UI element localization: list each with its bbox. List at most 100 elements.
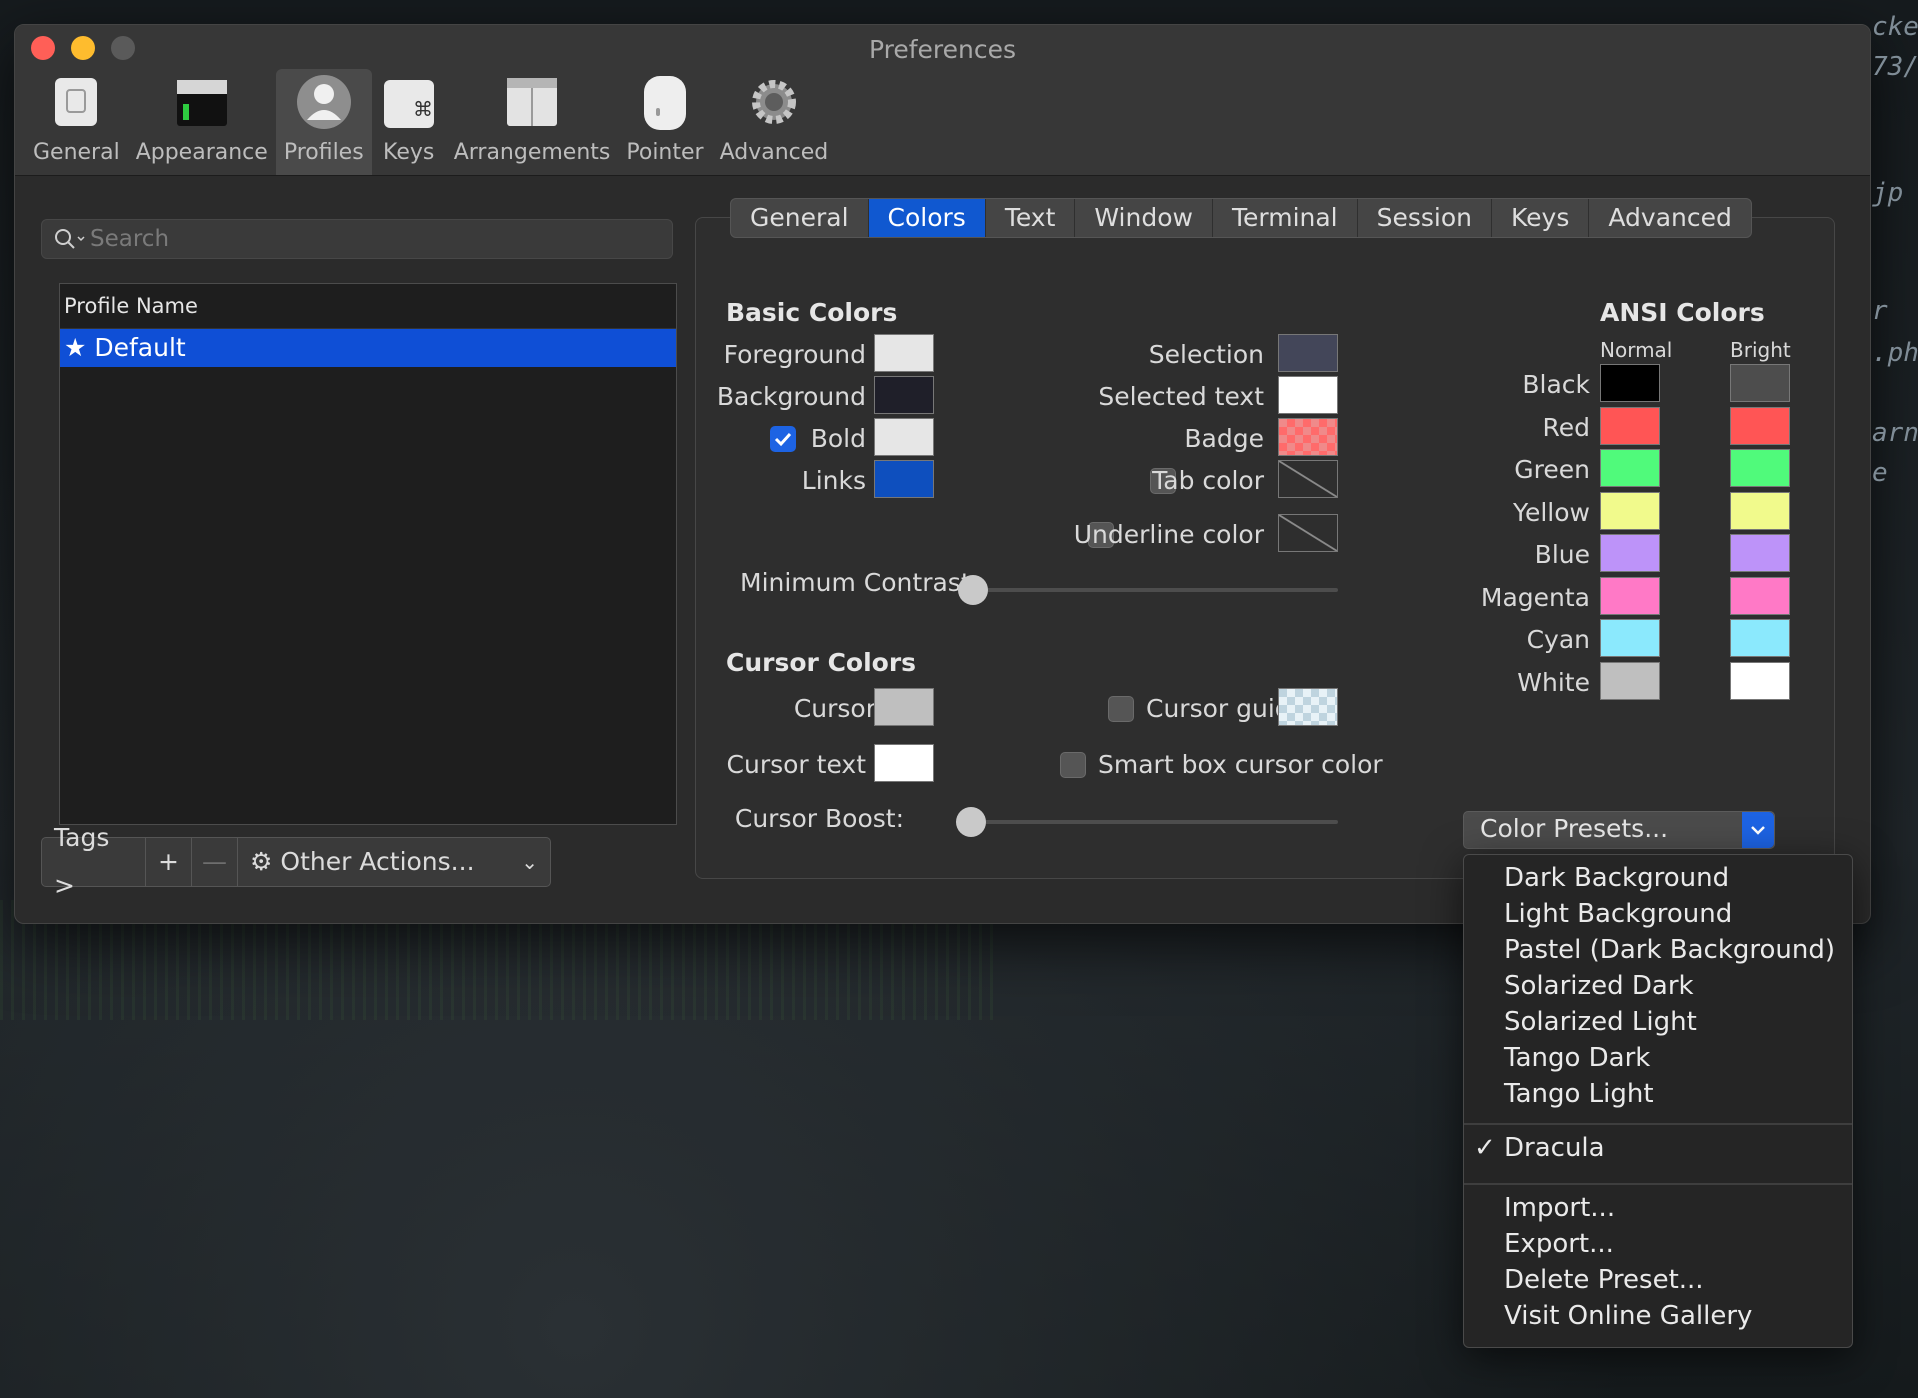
cursor-swatch[interactable] [874, 688, 934, 726]
badge-label: Badge [1184, 424, 1264, 453]
selection-label: Selection [1148, 340, 1264, 369]
tab-terminal[interactable]: Terminal [1213, 199, 1358, 237]
toolbar-appearance[interactable]: Appearance [128, 69, 276, 175]
selection-swatch[interactable] [1278, 334, 1338, 372]
colors-pane: General Colors Text Window Terminal Sess… [695, 198, 1835, 879]
color-presets-arrow[interactable] [1742, 812, 1774, 848]
toolbar-pointer[interactable]: Pointer [618, 69, 711, 175]
minimum-contrast-knob[interactable] [958, 575, 988, 605]
cursor-text-swatch[interactable] [874, 744, 934, 782]
ansi-label-black: Black [1522, 370, 1590, 399]
profiles-icon [296, 75, 351, 129]
ansi-normal-black-swatch[interactable] [1600, 364, 1660, 402]
checkmark-icon: ✓ [1474, 1133, 1496, 1163]
menu-item-action[interactable]: Export... [1504, 1229, 1614, 1259]
minimum-contrast-label: Minimum Contrast: [740, 568, 980, 597]
background-swatch[interactable] [874, 376, 934, 414]
cursor-boost-knob[interactable] [956, 807, 986, 837]
profiles-bottom-bar: Tags > + — ⚙ Other Actions... ⌄ [41, 823, 551, 900]
general-icon [55, 78, 98, 126]
menu-item-preset[interactable]: Solarized Dark [1504, 971, 1694, 1001]
menu-item-action[interactable]: Import... [1504, 1193, 1615, 1223]
ansi-bright-red-swatch[interactable] [1730, 406, 1790, 445]
cursor-guide-checkbox[interactable] [1108, 696, 1134, 722]
foreground-swatch[interactable] [874, 334, 934, 372]
background-terminal-text: e [1872, 458, 1888, 488]
background-terminal-text: arn [1872, 418, 1918, 448]
cursor-guide-swatch[interactable] [1278, 688, 1338, 726]
add-profile-button[interactable]: + [146, 838, 192, 886]
menu-item-action[interactable]: Visit Online Gallery [1504, 1301, 1752, 1331]
selected-text-swatch[interactable] [1278, 376, 1338, 414]
background-terminal-text: .ph [1872, 338, 1918, 368]
ansi-normal-cyan-swatch[interactable] [1600, 619, 1660, 657]
chevron-down-icon: ⌄ [521, 850, 538, 874]
preferences-window: Preferences General Appearance Profiles … [14, 24, 1871, 924]
ansi-normal-magenta-swatch[interactable] [1600, 576, 1660, 615]
menu-item-preset[interactable]: Tango Light [1504, 1079, 1654, 1109]
basic-colors-title: Basic Colors [726, 298, 898, 327]
ansi-normal-green-swatch[interactable] [1600, 449, 1660, 487]
menu-item-preset[interactable]: Light Background [1504, 899, 1732, 929]
profile-name-column-header[interactable]: Profile Name [60, 284, 676, 329]
menu-separator [1464, 1123, 1852, 1125]
ansi-bright-green-swatch[interactable] [1730, 449, 1790, 487]
ansi-bright-cyan-swatch[interactable] [1730, 619, 1790, 657]
ansi-bright-white-swatch[interactable] [1730, 661, 1790, 700]
badge-swatch[interactable] [1278, 418, 1338, 456]
menu-item-preset[interactable]: Pastel (Dark Background) [1504, 935, 1835, 965]
tab-text[interactable]: Text [986, 199, 1076, 237]
bold-checkbox[interactable] [770, 426, 796, 452]
ansi-normal-white-swatch[interactable] [1600, 661, 1660, 700]
cursor-boost-slider[interactable] [956, 807, 1338, 837]
other-actions-dropdown[interactable]: ⚙ Other Actions... ⌄ [238, 838, 550, 886]
profile-tabs: General Colors Text Window Terminal Sess… [730, 198, 1752, 238]
ansi-bright-magenta-swatch[interactable] [1730, 576, 1790, 615]
links-label: Links [801, 466, 866, 495]
tab-keys[interactable]: Keys [1492, 199, 1590, 237]
tab-advanced[interactable]: Advanced [1589, 199, 1751, 237]
links-swatch[interactable] [874, 460, 934, 498]
cursor-colors-title: Cursor Colors [726, 648, 917, 677]
menu-item-preset[interactable]: Solarized Light [1504, 1007, 1697, 1037]
toolbar-profiles[interactable]: Profiles [275, 69, 372, 175]
ansi-label-green: Green [1514, 455, 1590, 484]
gear-icon: ⚙ [250, 847, 273, 876]
profile-search-field[interactable]: Search [41, 219, 673, 259]
minimum-contrast-slider[interactable] [958, 575, 1338, 605]
ansi-normal-yellow-swatch[interactable] [1600, 491, 1660, 530]
checkmark-icon [774, 432, 792, 447]
toolbar-advanced[interactable]: Advanced [712, 69, 837, 175]
titlebar: Preferences General Appearance Profiles … [15, 25, 1870, 176]
underline-color-swatch[interactable] [1278, 514, 1338, 552]
ansi-bright-blue-swatch[interactable] [1730, 534, 1790, 572]
preferences-toolbar: General Appearance Profiles ⌘ Keys Arran… [25, 69, 836, 175]
bold-label: Bold [810, 424, 866, 453]
tab-window[interactable]: Window [1075, 199, 1213, 237]
profile-row-default[interactable]: ★ Default [60, 329, 676, 367]
tab-color-swatch[interactable] [1278, 460, 1338, 498]
toolbar-arrangements[interactable]: Arrangements [446, 69, 619, 175]
menu-item-action[interactable]: Delete Preset... [1504, 1265, 1704, 1295]
remove-profile-button[interactable]: — [192, 838, 238, 886]
toolbar-keys[interactable]: ⌘ Keys [372, 69, 446, 175]
menu-item-dracula[interactable]: Dracula [1504, 1133, 1605, 1163]
ansi-bright-black-swatch[interactable] [1730, 364, 1790, 402]
bold-swatch[interactable] [874, 418, 934, 456]
menu-item-preset[interactable]: Tango Dark [1504, 1043, 1650, 1073]
menu-item-preset[interactable]: Dark Background [1504, 863, 1729, 893]
ansi-bright-yellow-swatch[interactable] [1730, 491, 1790, 530]
tab-colors[interactable]: Colors [868, 199, 986, 237]
ansi-normal-blue-swatch[interactable] [1600, 534, 1660, 572]
color-presets-dropdown[interactable]: Color Presets... [1463, 811, 1775, 849]
background-terminal-text: 73/ [1872, 52, 1918, 82]
smart-box-cursor-checkbox[interactable] [1060, 752, 1086, 778]
tab-session[interactable]: Session [1358, 199, 1493, 237]
ansi-normal-red-swatch[interactable] [1600, 406, 1660, 445]
ansi-label-blue: Blue [1534, 540, 1590, 569]
toolbar-general[interactable]: General [25, 69, 128, 175]
tags-button[interactable]: Tags > [42, 823, 146, 900]
selected-text-label: Selected text [1098, 382, 1264, 411]
other-actions-label: Other Actions... [280, 847, 475, 876]
tab-general[interactable]: General [731, 199, 869, 237]
